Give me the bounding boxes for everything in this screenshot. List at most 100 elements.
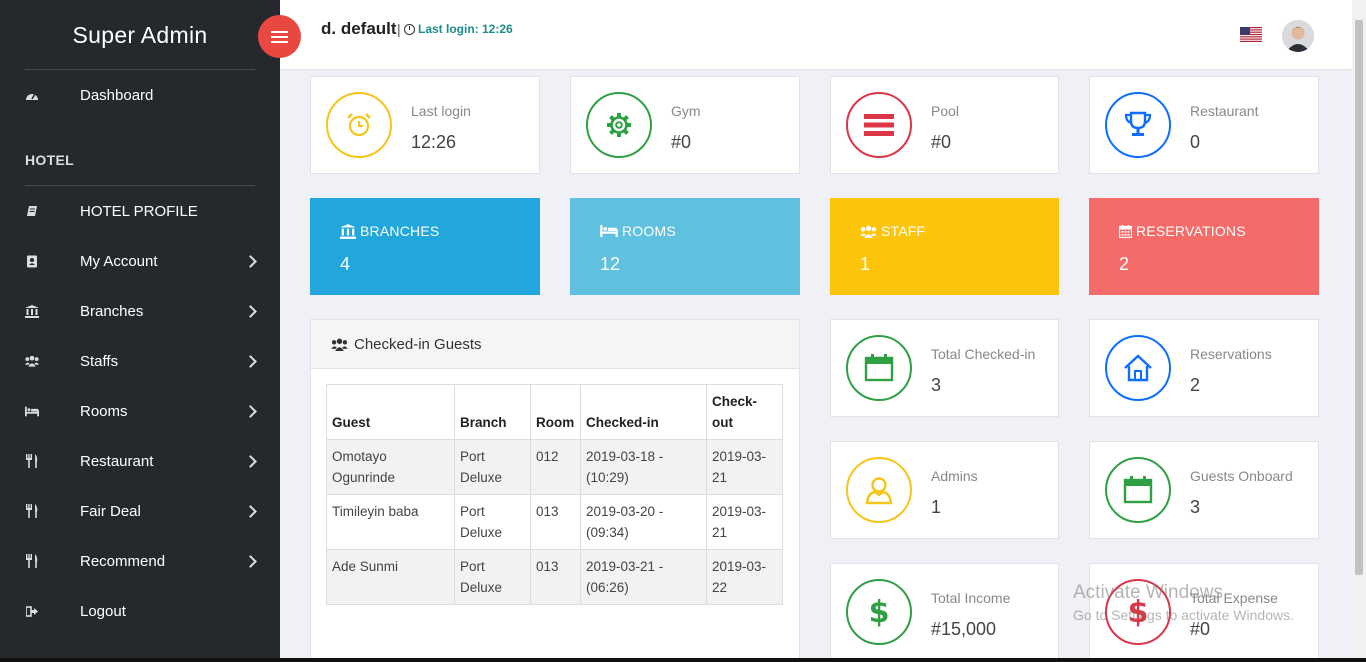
stat-value: #15,000 [931,619,997,639]
sidebar-item-hotel-profile[interactable]: HOTEL PROFILE [0,191,280,231]
sidebar-item-my-account[interactable]: My Account [0,241,280,281]
sidebar-item-label: Logout [80,602,126,620]
home-icon [1105,335,1171,401]
dashboard-icon [25,88,39,102]
gear-icon [586,92,652,158]
brand-title: Super Admin [72,21,208,48]
summary-value: 4 [340,254,351,274]
sidebar-item-label: HOTEL PROFILE [80,202,198,220]
window-edge [0,658,1366,662]
sidebar-item-label: Dashboard [80,86,154,104]
dollar-icon: $ [846,579,912,645]
summary-title: STAFF [860,223,925,239]
utensils-icon [25,554,39,568]
sidebar-item-restaurant[interactable]: Restaurant [0,441,280,481]
users-icon [331,338,348,351]
chevron-right-icon [244,504,257,518]
table-row: Timileyin baba Port Deluxe 013 2019-03-2… [326,494,783,550]
stat-label: Reservations [1190,346,1272,362]
users-icon [25,354,39,368]
calendar-icon [1105,457,1171,523]
stat-label: Total Income [931,590,1011,606]
calendar-icon [1119,224,1132,238]
stat-card-admins: Admins 1 [830,441,1059,539]
stat-card-last-login: Last login 12:26 [310,76,540,174]
divider [25,185,255,186]
summary-label: RESERVATIONS [1136,223,1246,239]
separator: | [397,21,401,37]
sidebar-item-fair-deal[interactable]: Fair Deal [0,491,280,531]
table-cell: 2019-03-21 [706,439,783,495]
stat-card-reservations: Reservations 2 [1089,319,1319,417]
stat-label: Admins [931,468,978,484]
column-header: Checked-in [580,384,707,440]
scrollbar-thumb[interactable] [1355,20,1363,575]
bed-icon [600,225,618,237]
utensils-icon [25,504,39,518]
stat-value: 3 [1190,497,1201,517]
summary-value: 12 [600,254,621,274]
stat-value: #0 [671,132,692,152]
guests-table: Guest Branch Room Checked-in Check-out O… [326,384,783,605]
table-cell: 012 [530,439,581,495]
summary-title: BRANCHES [340,223,439,239]
last-login-text: Last login: 12:26 [418,22,513,36]
sidebar-item-rooms[interactable]: Rooms [0,391,280,431]
stat-card-gym: Gym #0 [570,76,800,174]
sidebar-item-logout[interactable]: Logout [0,591,280,631]
calendar-icon [846,335,912,401]
stat-label: Gym [671,103,701,119]
summary-card-reservations[interactable]: RESERVATIONS 2 [1089,198,1319,295]
summary-title: RESERVATIONS [1119,223,1246,239]
sidebar-item-label: Restaurant [80,452,154,470]
bed-icon [25,404,39,418]
table-cell: 2019-03-18 - (10:29) [580,439,707,495]
table-cell: 2019-03-22 [706,549,783,605]
sidebar-item-dashboard[interactable]: Dashboard [0,75,280,115]
stat-label: Guests Onboard [1190,468,1293,484]
last-login-info: Last login: 12:26 [404,22,513,36]
panel-header: Checked-in Guests [311,320,799,369]
us-flag-icon[interactable] [1240,27,1262,42]
sidebar-item-recommend[interactable]: Recommend [0,541,280,581]
chevron-right-icon [244,404,257,418]
clock-icon [404,23,415,35]
chevron-right-icon [244,354,257,368]
avatar[interactable] [1282,20,1314,52]
table-row: Ade Sunmi Port Deluxe 013 2019-03-21 - (… [326,549,783,605]
stat-value: 1 [931,497,942,517]
activate-windows-watermark: Activate Windows [1073,582,1223,603]
table-cell: Ade Sunmi [326,549,455,605]
table-cell: 2019-03-21 - (06:26) [580,549,707,605]
table-cell: Omotayo Ogunrinde [326,439,455,495]
table-cell: Timileyin baba [326,494,455,550]
sidebar-item-branches[interactable]: Branches [0,291,280,331]
bars-icon [846,92,912,158]
table-cell: 2019-03-20 - (09:34) [580,494,707,550]
summary-label: BRANCHES [360,223,440,239]
panel-title: Checked-in Guests [354,335,482,353]
sidebar-item-label: Recommend [80,552,166,570]
stat-value: 12:26 [411,132,457,152]
menu-icon [271,30,288,43]
summary-card-staff[interactable]: STAFF 1 [830,198,1059,295]
stat-card-guests-onboard: Guests Onboard 3 [1089,441,1319,539]
sidebar-item-label: Fair Deal [80,502,141,520]
bank-icon [25,304,39,318]
sidebar-item-label: Branches [80,302,144,320]
sidebar-item-staffs[interactable]: Staffs [0,341,280,381]
column-header: Room [530,384,581,440]
sidebar-item-label: My Account [80,252,158,270]
summary-card-branches[interactable]: BRANCHES 4 [310,198,540,295]
table-row: Omotayo Ogunrinde Port Deluxe 012 2019-0… [326,439,783,495]
svg-text:$: $ [869,596,889,628]
trophy-icon [1105,92,1171,158]
alarm-clock-icon [326,92,392,158]
users-icon [860,225,877,238]
stat-label: Total Checked-in [931,346,1036,362]
menu-toggle-button[interactable] [258,15,301,58]
chevron-right-icon [244,454,257,468]
stat-card-restaurant: Restaurant 0 [1089,76,1319,174]
summary-value: 2 [1119,254,1130,274]
summary-card-rooms[interactable]: ROOMS 12 [570,198,800,295]
